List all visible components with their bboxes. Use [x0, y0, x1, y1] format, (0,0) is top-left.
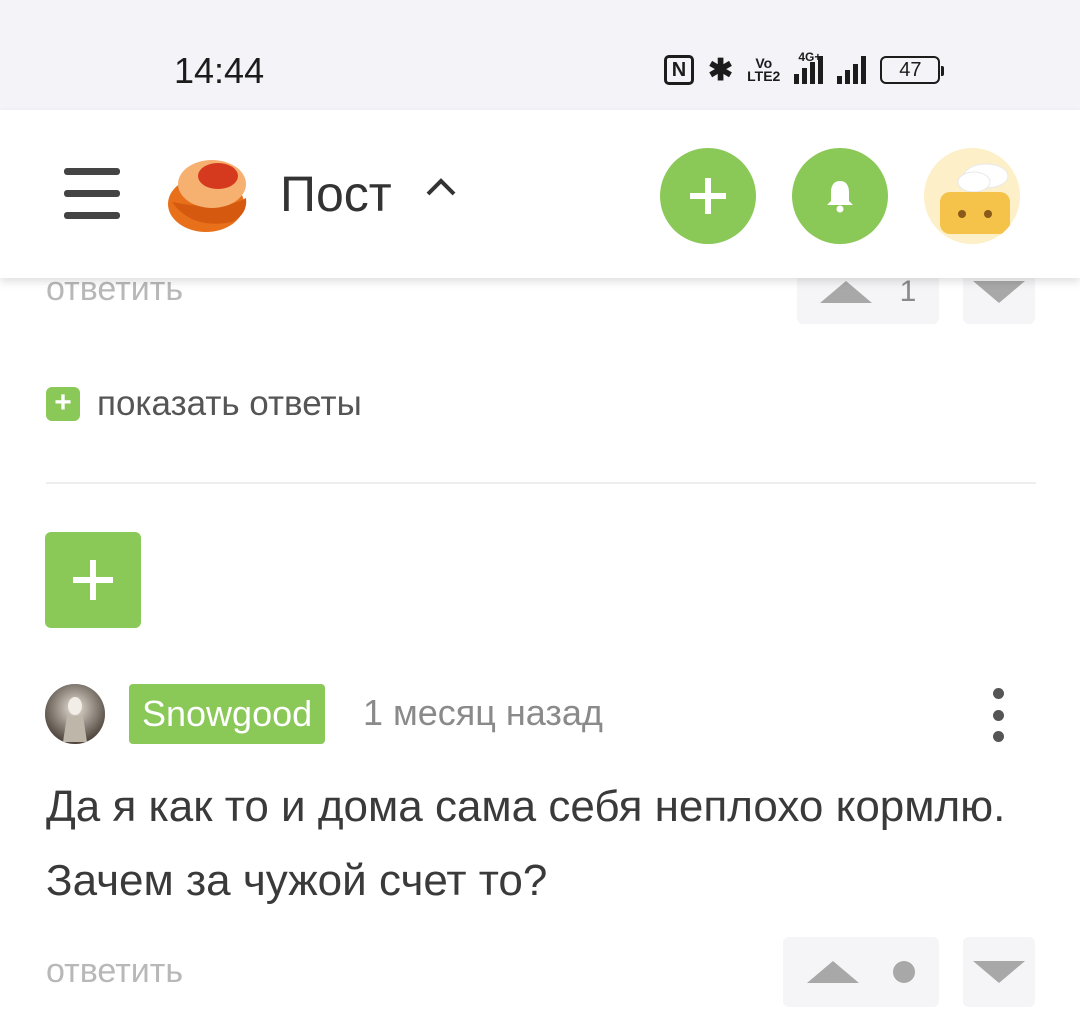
plus-icon	[73, 560, 113, 600]
upvote-icon	[819, 281, 872, 303]
plus-icon	[690, 178, 726, 214]
upvote-button[interactable]	[783, 937, 939, 1007]
hamburger-icon[interactable]	[64, 168, 120, 220]
score-dot	[893, 961, 915, 983]
network-type-label: 4G+	[798, 50, 822, 64]
add-post-button[interactable]	[660, 148, 756, 244]
status-bar: 14:44 N ✱ Vo LTE2 4G+ 47	[0, 0, 1080, 110]
bell-icon	[827, 181, 853, 213]
reply-link[interactable]: ответить	[46, 952, 183, 991]
status-icons: N ✱ Vo LTE2 4G+ 47	[664, 50, 945, 88]
score-value: 1	[899, 275, 917, 308]
status-time: 14:44	[174, 50, 265, 91]
plus-icon: +	[46, 387, 80, 421]
app-header: Пост	[0, 110, 1080, 278]
more-options-icon[interactable]	[983, 688, 1013, 742]
downvote-button[interactable]	[963, 937, 1035, 1007]
show-replies-button[interactable]: + показать ответы	[46, 384, 362, 424]
volte-icon: Vo LTE2	[747, 56, 781, 84]
bluetooth-icon: ✱	[708, 53, 734, 87]
show-replies-label: показать ответы	[97, 384, 362, 423]
upvote-icon	[807, 961, 859, 983]
cupcake-logo[interactable]	[162, 152, 252, 234]
page-title[interactable]: Пост	[280, 165, 392, 223]
signal-icon	[837, 56, 867, 84]
signal-4g-icon: 4G+	[794, 50, 824, 84]
add-comment-button[interactable]	[45, 532, 141, 628]
avatar[interactable]	[45, 684, 105, 744]
volte-lte-label: LTE2	[747, 68, 781, 84]
comment-header: Snowgood 1 месяц назад	[45, 684, 1035, 744]
profile-avatar[interactable]	[924, 148, 1020, 244]
downvote-icon	[973, 281, 1025, 303]
downvote-icon	[973, 961, 1025, 983]
notifications-button[interactable]	[792, 148, 888, 244]
divider	[46, 482, 1036, 484]
battery-icon: 47	[880, 56, 945, 84]
comment-timestamp: 1 месяц назад	[363, 692, 603, 733]
chevron-up-icon[interactable]	[424, 172, 458, 202]
username-badge[interactable]: Snowgood	[129, 684, 326, 744]
nfc-icon: N	[664, 55, 694, 85]
comment-text: Да я как то и дома сама себя неплохо кор…	[46, 782, 1006, 905]
